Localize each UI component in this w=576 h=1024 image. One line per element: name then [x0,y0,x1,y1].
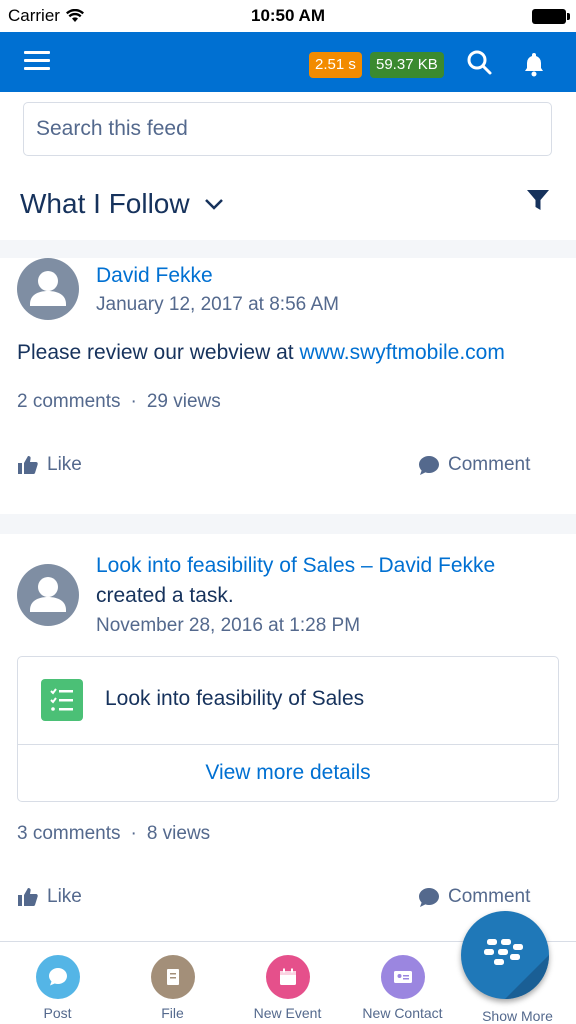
avatar[interactable] [17,258,79,320]
comment-icon [419,456,439,475]
tab-post[interactable]: Post [0,955,115,1021]
app-header: 2.51 s 59.37 KB [0,32,576,92]
comment-label: Comment [448,454,531,475]
feed-selector[interactable]: What I Follow [20,188,224,220]
tab-file-label: File [161,1005,184,1021]
tab-show-more[interactable]: Show More [460,1008,575,1024]
tab-new-event[interactable]: New Event [230,955,345,1021]
comment-button[interactable]: Comment [418,454,530,476]
search-icon[interactable] [465,48,493,76]
post-icon [35,955,80,999]
post-body-text: Please review our webview at [17,341,300,364]
tab-new-event-label: New Event [253,1005,322,1021]
post-body-link[interactable]: www.swyftmobile.com [299,341,504,364]
chevron-down-icon [204,199,223,210]
comment-icon [419,888,439,907]
tab-new-contact[interactable]: New Contact [345,955,460,1021]
post-stats: 3 comments · 8 views [17,823,211,844]
tab-post-label: Post [43,1005,72,1021]
like-label: Like [47,886,82,907]
comment-count[interactable]: 2 comments [17,391,120,412]
post-timestamp: November 28, 2016 at 1:28 PM [96,615,361,636]
like-label: Like [47,454,82,475]
like-button[interactable]: Like [17,886,82,908]
thumbs-up-icon [18,888,38,906]
feed-divider [0,240,576,258]
load-time-badge: 2.51 s [309,52,362,78]
bell-icon[interactable] [520,50,548,78]
view-count: 29 views [146,391,221,412]
view-count: 8 views [146,823,211,844]
task-row[interactable]: Look into feasibility of Sales [18,657,558,745]
task-title: Look into feasibility of Sales [105,687,365,710]
tab-new-contact-label: New Contact [362,1005,443,1021]
tab-file[interactable]: File [115,955,230,1021]
user-icon [30,271,66,306]
view-more-details-link[interactable]: View more details [18,745,558,801]
thumbs-up-icon [18,456,38,474]
like-button[interactable]: Like [17,454,82,476]
search-input[interactable] [23,102,552,156]
page-size-badge: 59.37 KB [370,52,444,78]
post-body: Please review our webview at www.swyftmo… [17,341,505,365]
comment-button[interactable]: Comment [418,886,530,908]
comment-count[interactable]: 3 comments [17,823,120,844]
post-action-text: created a task. [96,584,234,607]
feed-post: David Fekke January 12, 2017 at 8:56 AM … [0,258,576,514]
task-title-link[interactable]: Look into feasibility of Sales – David F… [96,554,495,578]
file-icon [150,955,195,999]
author-link[interactable]: David Fekke [96,264,213,288]
avatar[interactable] [17,564,79,626]
task-card: Look into feasibility of Sales View more… [17,656,559,802]
comment-label: Comment [448,886,531,907]
battery-icon [532,9,570,24]
menu-icon[interactable] [24,51,50,71]
task-icon [41,679,83,721]
post-timestamp: January 12, 2017 at 8:56 AM [96,294,339,315]
feed-filter-row: What I Follow [0,170,576,240]
tab-show-more-label: Show More [482,1008,553,1024]
blackberry-icon [484,939,549,999]
calendar-icon [265,955,310,999]
clock: 10:50 AM [250,6,325,25]
contact-card-icon [380,955,425,999]
feed-divider [0,514,576,534]
feed-title: What I Follow [20,188,190,219]
post-stats: 2 comments · 29 views [17,391,221,412]
status-bar: Carrier 10:50 AM [0,0,576,32]
blackberry-fab-button[interactable] [461,911,549,999]
user-icon [30,577,66,612]
filter-icon[interactable] [526,188,550,212]
